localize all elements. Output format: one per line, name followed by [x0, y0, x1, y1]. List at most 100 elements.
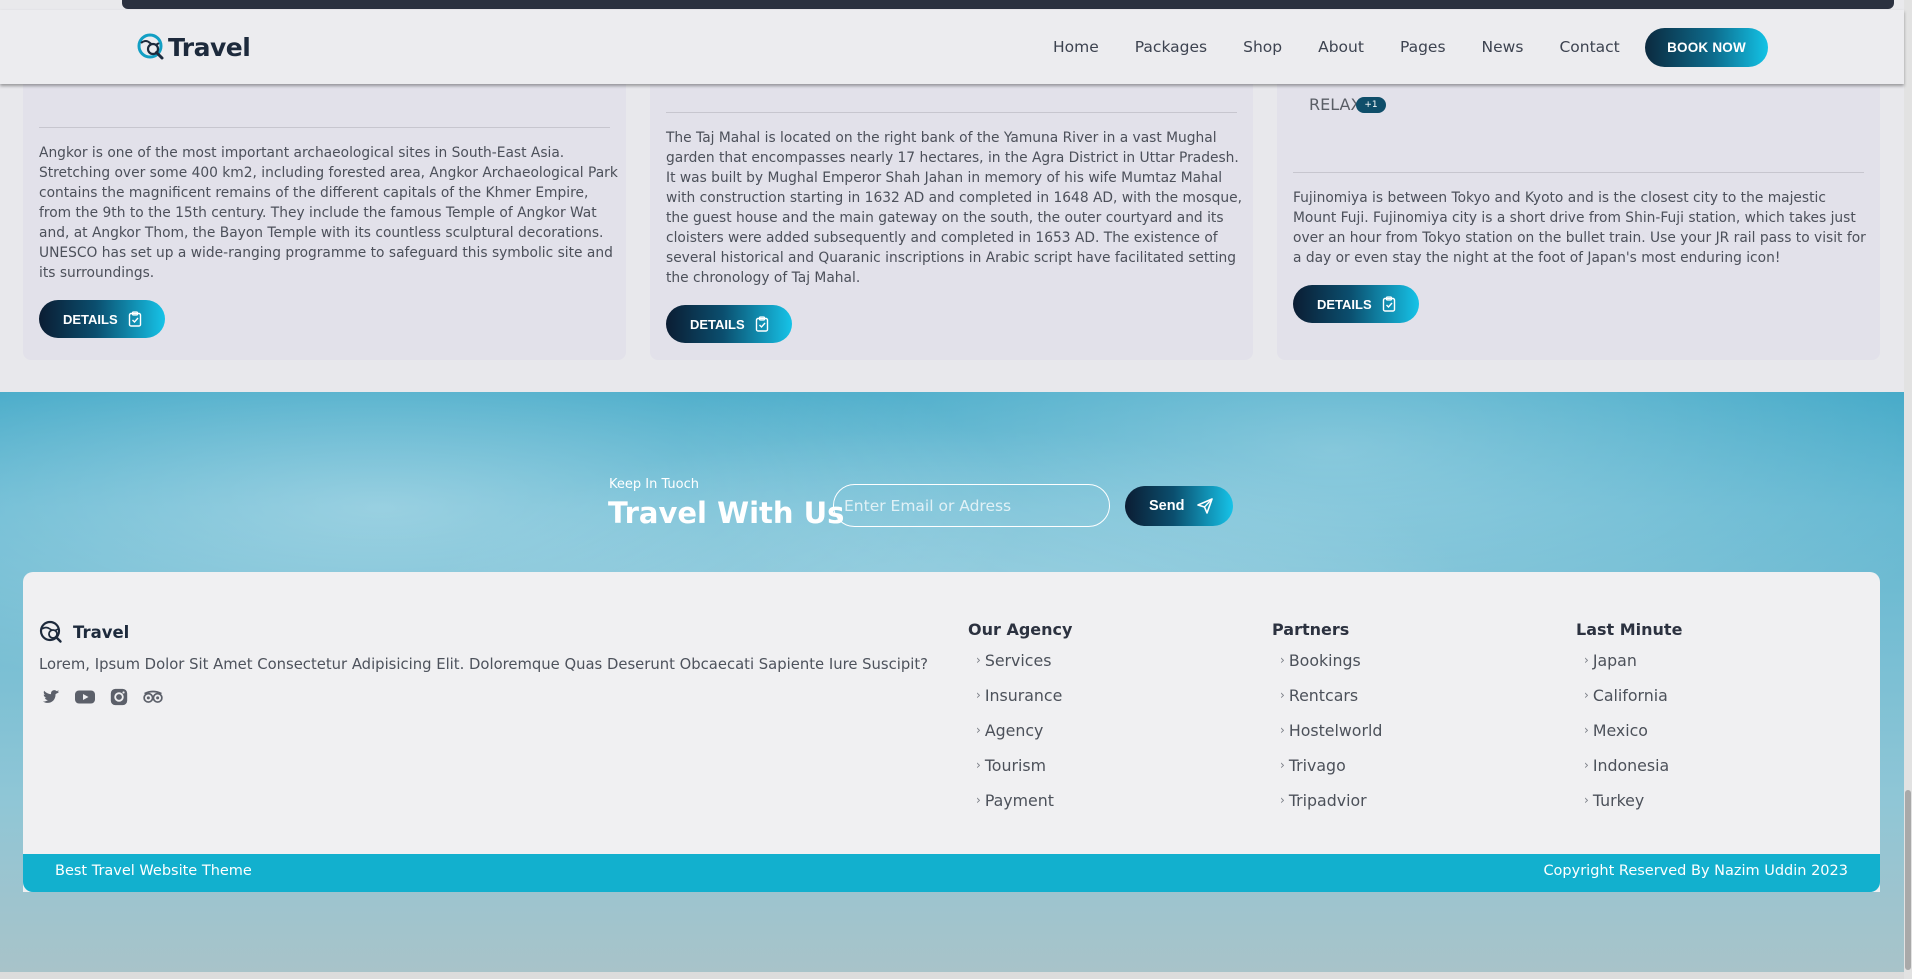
scrollbar-thumb[interactable]: [1905, 790, 1911, 970]
footer-link-label: Tripadvior: [1288, 791, 1367, 810]
logo-text: Travel: [168, 32, 251, 62]
chevron-right-icon: ›: [1280, 793, 1285, 807]
youtube-icon[interactable]: [74, 686, 96, 708]
destination-card-angkor: Angkor is one of the most important arch…: [23, 60, 626, 360]
top-bar: [122, 0, 1894, 9]
clipboard-icon: [1382, 296, 1395, 312]
tripadvisor-icon[interactable]: [142, 686, 164, 708]
footer-link[interactable]: › Hostelworld: [1272, 721, 1382, 756]
newsletter-title: Travel With Us: [608, 496, 845, 530]
details-label: DETAILS: [690, 316, 745, 332]
instagram-icon[interactable]: [108, 686, 130, 708]
footer-col-title: Our Agency: [968, 620, 1073, 639]
footer-col-title: Partners: [1272, 620, 1350, 639]
nav-pages[interactable]: Pages: [1400, 38, 1446, 56]
footer-link-label: Mexico: [1592, 721, 1648, 740]
card-divider: [1293, 172, 1864, 173]
main-nav: Home Packages Shop About Pages News Cont…: [1053, 38, 1656, 56]
chevron-right-icon: ›: [1584, 653, 1589, 667]
chevron-right-icon: ›: [1280, 688, 1285, 702]
nav-about[interactable]: About: [1318, 38, 1364, 56]
footer-link-label: California: [1592, 686, 1668, 705]
footer-link[interactable]: › California: [1576, 686, 1682, 721]
site-header: Travel Home Packages Shop About Pages Ne…: [0, 10, 1904, 84]
footer-link[interactable]: › Japan: [1576, 651, 1682, 686]
nav-shop[interactable]: Shop: [1243, 38, 1282, 56]
card-divider: [666, 112, 1237, 113]
footer-tagline: Best Travel Website Theme: [55, 863, 252, 879]
footer-col-partners: Partners › Bookings › Rentcars › Hostelworl…: [1272, 620, 1382, 826]
footer-link[interactable]: › Turkey: [1576, 791, 1682, 826]
email-input[interactable]: [833, 484, 1110, 527]
details-button[interactable]: DETAILS: [666, 305, 792, 343]
footer-link-label: Payment: [984, 791, 1054, 810]
logo-globe-search-icon: [137, 33, 164, 60]
page-bottom-edge: [0, 972, 1912, 979]
logo-globe-search-icon: [39, 620, 62, 643]
details-button[interactable]: DETAILS: [1293, 285, 1419, 323]
send-label: Send: [1149, 498, 1185, 514]
top-strip: [0, 0, 1912, 10]
card-text: Angkor is one of the most important arch…: [39, 145, 618, 281]
card-divider: [39, 127, 610, 128]
footer-link-label: Services: [984, 651, 1052, 670]
chevron-right-icon: ›: [1280, 723, 1285, 737]
card-text: The Taj Mahal is located on the right ba…: [666, 130, 1242, 286]
chevron-right-icon: ›: [1584, 688, 1589, 702]
nav-news[interactable]: News: [1482, 38, 1524, 56]
footer-link[interactable]: › Trivago: [1272, 756, 1382, 791]
footer-link[interactable]: › Tripadvior: [1272, 791, 1382, 826]
book-now-button[interactable]: BOOK NOW: [1645, 28, 1768, 67]
site-logo[interactable]: Travel: [136, 32, 251, 62]
twitter-icon[interactable]: [40, 686, 62, 708]
footer-logo[interactable]: Travel: [39, 620, 129, 644]
vertical-scrollbar[interactable]: [1904, 0, 1912, 979]
footer-copyright: Copyright Reserved By Nazim Uddin 2023: [1543, 863, 1848, 879]
clipboard-icon: [755, 316, 768, 332]
chevron-right-icon: ›: [1280, 653, 1285, 667]
footer-link-label: Tourism: [984, 756, 1046, 775]
footer-link-label: Insurance: [984, 686, 1063, 705]
footer-link[interactable]: › Payment: [968, 791, 1072, 826]
footer-col-title: Last Minute: [1576, 620, 1683, 639]
footer-link-label: Trivago: [1288, 756, 1346, 775]
footer-link-label: Japan: [1592, 651, 1637, 670]
footer-link[interactable]: › Agency: [968, 721, 1072, 756]
tag-count-badge: +1: [1356, 97, 1386, 113]
footer-link[interactable]: › Tourism: [968, 756, 1072, 791]
footer-link[interactable]: › Mexico: [1576, 721, 1682, 756]
chevron-right-icon: ›: [1584, 758, 1589, 772]
tag-relax[interactable]: RELAX: [1309, 95, 1361, 114]
footer-col-agency: Our Agency › Services › Insurance › Agency …: [968, 620, 1072, 826]
card-text: Fujinomiya is between Tokyo and Kyoto an…: [1293, 190, 1866, 266]
footer-link-label: Turkey: [1592, 791, 1645, 810]
paper-plane-icon: [1197, 498, 1214, 514]
newsletter-eyebrow: Keep In Tuoch: [609, 477, 700, 492]
send-button[interactable]: Send: [1125, 486, 1233, 526]
footer-link-label: Rentcars: [1288, 686, 1359, 705]
footer-logo-text: Travel: [73, 622, 130, 642]
footer-link-label: Bookings: [1288, 651, 1361, 670]
footer-link-label: Agency: [984, 721, 1044, 740]
footer-bottom-bar: Best Travel Website Theme Copyright Rese…: [23, 854, 1880, 892]
chevron-right-icon: ›: [1584, 723, 1589, 737]
details-label: DETAILS: [63, 311, 118, 327]
footer-description: Lorem, Ipsum Dolor Sit Amet Consectetur …: [39, 656, 929, 673]
footer-link[interactable]: › Rentcars: [1272, 686, 1382, 721]
chevron-right-icon: ›: [1584, 793, 1589, 807]
footer-link-label: Hostelworld: [1288, 721, 1383, 740]
chevron-right-icon: ›: [1280, 758, 1285, 772]
footer-link[interactable]: › Insurance: [968, 686, 1072, 721]
chevron-right-icon: ›: [976, 653, 981, 667]
footer-link[interactable]: › Services: [968, 651, 1072, 686]
footer-link[interactable]: › Bookings: [1272, 651, 1382, 686]
chevron-right-icon: ›: [976, 723, 981, 737]
details-button[interactable]: DETAILS: [39, 300, 165, 338]
nav-contact[interactable]: Contact: [1559, 38, 1619, 56]
nav-home[interactable]: Home: [1053, 38, 1099, 56]
destination-card-taj-mahal: The Taj Mahal is located on the right ba…: [650, 60, 1253, 360]
site-footer: Travel Lorem, Ipsum Dolor Sit Amet Conse…: [23, 572, 1880, 892]
footer-link[interactable]: › Indonesia: [1576, 756, 1682, 791]
chevron-right-icon: ›: [976, 688, 981, 702]
nav-packages[interactable]: Packages: [1135, 38, 1207, 56]
